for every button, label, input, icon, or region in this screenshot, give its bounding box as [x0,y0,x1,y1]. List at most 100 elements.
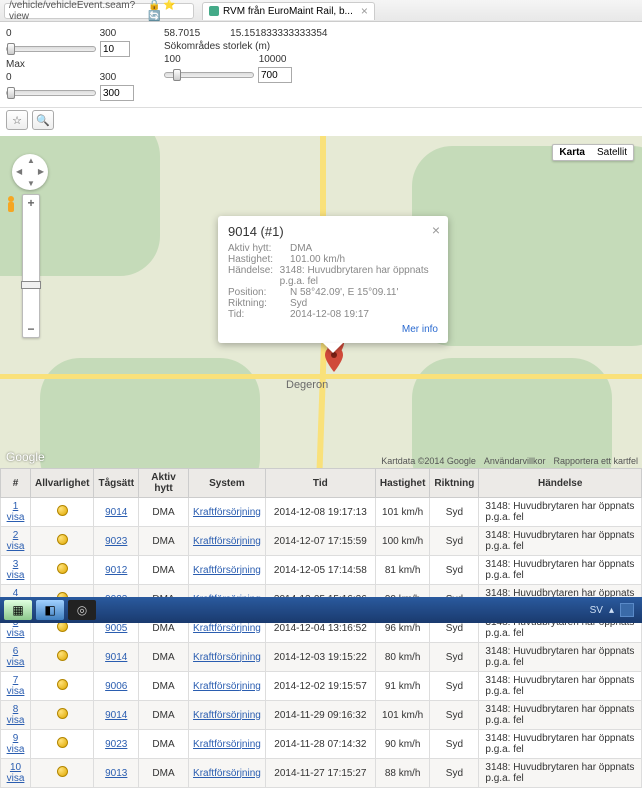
url-box[interactable]: /vehicle/vehicleEvent.seam?view 🔒 ⭐ 🔄 [4,3,194,19]
close-icon[interactable]: × [361,5,368,17]
tray-chevron-icon[interactable]: ▴ [609,605,614,616]
task-app-icon[interactable]: ◧ [36,600,64,620]
browser-tab[interactable]: RVM från EuroMaint Rail, b... × [202,2,375,20]
zoom-slider[interactable] [23,211,39,321]
row-time: 2014-11-28 07:14:32 [265,730,375,759]
row-tag-link[interactable]: 9023 [105,739,127,750]
map-type-map[interactable]: Karta [553,145,591,160]
map-terms-link[interactable]: Användarvillkor [484,456,546,466]
table-row: 8 visa9014DMAKraftförsörjning2014-11-29 … [1,701,642,730]
table-header-row: # Allvarlighet Tågsätt Aktiv hytt System… [1,469,642,498]
map-road [325,374,642,379]
area-min: 100 [164,54,181,65]
row-system-link[interactable]: Kraftförsörjning [193,710,261,721]
th-severity[interactable]: Allvarlighet [31,469,94,498]
search-button[interactable]: 🔍 [32,110,54,130]
severity-icon [57,679,68,690]
th-system[interactable]: System [189,469,266,498]
row-tag-link[interactable]: 9023 [105,536,127,547]
pan-control[interactable]: ▲ ▼ ◀ ▶ [12,154,48,190]
row-system-link[interactable]: Kraftförsörjning [193,681,261,692]
table-row: 1 visa9014DMAKraftförsörjning2014-12-08 … [1,498,642,527]
row-system-link[interactable]: Kraftförsörjning [193,739,261,750]
row-show-link[interactable]: 10 visa [7,762,25,784]
streetview-pegman-icon[interactable] [4,194,18,216]
row-tag-link[interactable]: 9005 [105,623,127,634]
th-num[interactable]: # [1,469,31,498]
arrow-left-icon[interactable]: ◀ [16,167,22,176]
row-show-link[interactable]: 8 visa [7,704,25,726]
row-show-link[interactable]: 7 visa [7,675,25,697]
row-show-link[interactable]: 2 visa [7,530,25,552]
th-direction[interactable]: Riktning [430,469,479,498]
row-tag-link[interactable]: 9013 [105,768,127,779]
row-system-link[interactable]: Kraftförsörjning [193,536,261,547]
zoom-out-button[interactable]: − [23,321,39,337]
iw-val-event: 3148: Huvudbrytaren har öppnats p.g.a. f… [280,265,438,287]
row-speed: 101 km/h [375,498,430,527]
system-tray: SV ▴ [590,603,638,617]
arrow-down-icon[interactable]: ▼ [27,179,35,188]
info-more-link[interactable]: Mer info [402,324,438,335]
tray-lang[interactable]: SV [590,605,603,616]
row-show-link[interactable]: 9 visa [7,733,25,755]
row-direction: Syd [430,672,479,701]
row-system-link[interactable]: Kraftförsörjning [193,507,261,518]
row-time: 2014-12-08 19:17:13 [265,498,375,527]
info-title: 9014 (#1) [228,224,438,239]
th-event[interactable]: Händelse [479,469,642,498]
map[interactable]: Degeron Karta Satellit ▲ ▼ ◀ ▶ + − × 901… [0,136,642,468]
th-hytt[interactable]: Aktiv hytt [139,469,189,498]
row-tag-link[interactable]: 9012 [105,565,127,576]
row-tag-link[interactable]: 9014 [105,710,127,721]
row-event: 3148: Huvudbrytaren har öppnats p.g.a. f… [479,556,642,585]
arrow-up-icon[interactable]: ▲ [27,156,35,165]
row-show-link[interactable]: 6 visa [7,646,25,668]
tray-show-desktop[interactable] [620,603,634,617]
row-show-link[interactable]: 3 visa [7,559,25,581]
th-speed[interactable]: Hastighet [375,469,430,498]
row-system-link[interactable]: Kraftförsörjning [193,768,261,779]
map-report-link[interactable]: Rapportera ett kartfel [553,456,638,466]
task-excel-icon[interactable]: ▦ [4,600,32,620]
url-text: /vehicle/vehicleEvent.seam?view [9,0,148,22]
row-event: 3148: Huvudbrytaren har öppnats p.g.a. f… [479,701,642,730]
row-system-link[interactable]: Kraftförsörjning [193,623,261,634]
row-system-link[interactable]: Kraftförsörjning [193,565,261,576]
zoom-control: + − [22,194,40,338]
iw-val-pos: N 58°42.09', E 15°09.11' [290,287,398,298]
task-circle-icon[interactable]: ◎ [68,600,96,620]
row-hytt: DMA [139,701,189,730]
row-time: 2014-12-05 17:14:58 [265,556,375,585]
arrow-right-icon[interactable]: ▶ [38,167,44,176]
row-time: 2014-12-07 17:15:59 [265,527,375,556]
place-label: Degeron [286,379,328,391]
range2-slider[interactable] [6,90,96,96]
range1-slider[interactable] [6,46,96,52]
row-tag-link[interactable]: 9014 [105,507,127,518]
area-value[interactable] [258,67,292,83]
favorite-button[interactable]: ☆ [6,110,28,130]
th-time[interactable]: Tid [265,469,375,498]
row-tag-link[interactable]: 9006 [105,681,127,692]
row-show-link[interactable]: 1 visa [7,501,25,523]
tab-favicon-icon [209,6,219,16]
row-hytt: DMA [139,643,189,672]
row-system-link[interactable]: Kraftförsörjning [193,652,261,663]
table-row: 6 visa9014DMAKraftförsörjning2014-12-03 … [1,643,642,672]
area-slider[interactable] [164,72,254,78]
zoom-in-button[interactable]: + [23,195,39,211]
row-speed: 100 km/h [375,527,430,556]
area-max: 10000 [259,54,287,65]
map-data-attribution: Kartdata ©2014 Google [381,456,476,466]
th-tag[interactable]: Tågsätt [94,469,139,498]
map-type-satellite[interactable]: Satellit [591,145,633,160]
row-event: 3148: Huvudbrytaren har öppnats p.g.a. f… [479,759,642,788]
map-footer: Kartdata ©2014 Google Användarvillkor Ra… [381,456,638,466]
row-hytt: DMA [139,759,189,788]
close-icon[interactable]: × [432,222,440,238]
range2-value[interactable] [100,85,134,101]
row-tag-link[interactable]: 9014 [105,652,127,663]
range1-value[interactable] [100,41,130,57]
iw-val-speed: 101.00 km/h [290,254,345,265]
